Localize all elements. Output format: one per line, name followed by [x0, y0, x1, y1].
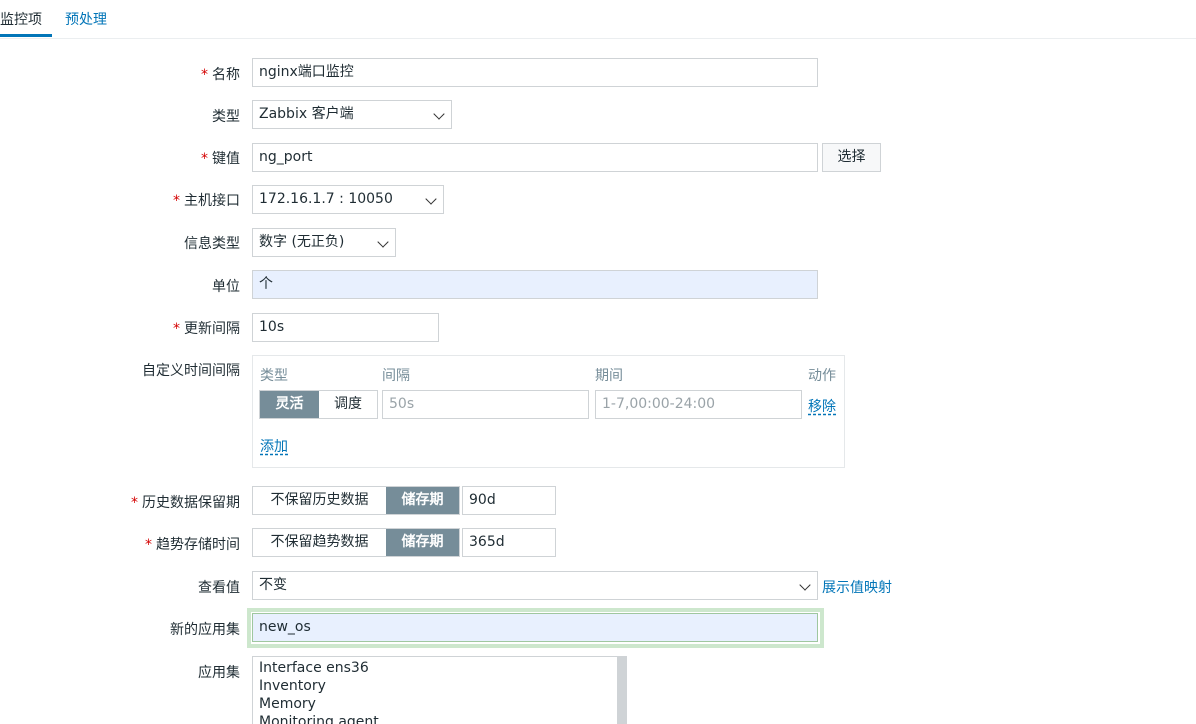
list-item[interactable]: Memory — [259, 695, 611, 713]
remove-interval-link[interactable]: 移除 — [808, 396, 836, 416]
history-label: * 历史数据保留期 — [131, 495, 240, 511]
key-label: * 键值 — [201, 151, 240, 167]
custom-intervals-label: 自定义时间间隔 — [142, 363, 240, 379]
tab-preprocessing[interactable]: 预处理 — [65, 9, 107, 29]
chevron-down-icon — [799, 579, 811, 591]
chevron-down-icon — [377, 236, 389, 248]
interface-select-value: 172.16.1.7 : 10050 — [259, 191, 393, 207]
interval-type-toggle: 灵活 调度 — [259, 390, 378, 419]
header-action: 动作 — [808, 368, 836, 384]
trends-input[interactable]: 365d — [462, 528, 556, 557]
applications-listbox[interactable]: Interface ens36 Inventory Memory Monitor… — [252, 656, 627, 724]
flex-interval-input[interactable]: 50s — [382, 390, 589, 419]
key-input[interactable]: ng_port — [252, 143, 818, 172]
update-interval-input[interactable]: 10s — [252, 313, 439, 342]
unit-input[interactable]: 个 — [252, 270, 818, 299]
update-interval-label: * 更新间隔 — [173, 321, 240, 337]
unit-label: 单位 — [212, 279, 240, 295]
show-value-label: 查看值 — [198, 580, 240, 596]
info-type-select[interactable]: 数字 (无正负) — [252, 228, 396, 257]
history-storage-option[interactable]: 储存期 — [386, 487, 459, 514]
interface-select[interactable]: 172.16.1.7 : 10050 — [252, 185, 444, 214]
scheduling-option[interactable]: 调度 — [319, 391, 377, 418]
new-application-label: 新的应用集 — [170, 622, 240, 638]
history-input[interactable]: 90d — [462, 486, 556, 515]
flex-period-input[interactable]: 1-7,00:00-24:00 — [595, 390, 802, 419]
trends-storage-option[interactable]: 储存期 — [386, 529, 459, 556]
new-application-input[interactable]: new_os — [252, 613, 818, 642]
history-no-keep-option[interactable]: 不保留历史数据 — [253, 487, 386, 514]
show-value-select[interactable]: 不变 — [252, 571, 818, 600]
trends-no-keep-option[interactable]: 不保留趋势数据 — [253, 529, 386, 556]
active-tab-indicator — [0, 34, 52, 37]
tab-items[interactable]: 监控项 — [0, 9, 42, 29]
name-input[interactable]: nginx端口监控 — [252, 58, 818, 87]
info-type-label: 信息类型 — [184, 236, 240, 252]
list-item[interactable]: Interface ens36 — [259, 659, 611, 677]
header-type: 类型 — [260, 368, 288, 384]
interface-label: * 主机接口 — [173, 193, 240, 209]
header-interval: 间隔 — [382, 368, 410, 384]
trends-label: * 趋势存储时间 — [145, 537, 240, 553]
chevron-down-icon — [425, 193, 437, 205]
list-item[interactable]: Inventory — [259, 677, 611, 695]
select-key-button[interactable]: 选择 — [822, 143, 881, 172]
type-select[interactable]: Zabbix 客户端 — [252, 100, 452, 129]
chevron-down-icon — [433, 108, 445, 120]
add-interval-link[interactable]: 添加 — [260, 436, 288, 456]
flexible-option[interactable]: 灵活 — [260, 391, 319, 418]
tab-bar: 监控项 预处理 — [0, 0, 1196, 39]
applications-label: 应用集 — [198, 665, 240, 681]
trends-mode-toggle: 不保留趋势数据 储存期 — [252, 528, 460, 557]
list-item[interactable]: Monitoring agent — [259, 713, 611, 724]
value-mapping-link[interactable]: 展示值映射 — [822, 577, 892, 597]
info-type-select-value: 数字 (无正负) — [259, 234, 345, 250]
type-select-value: Zabbix 客户端 — [259, 106, 354, 122]
custom-intervals-table: 类型 间隔 期间 动作 灵活 调度 50s 1-7,00:00-24:00 移除… — [252, 355, 845, 468]
show-value-select-value: 不变 — [259, 577, 287, 593]
header-period: 期间 — [595, 368, 623, 384]
name-label: * 名称 — [201, 67, 240, 83]
type-label: 类型 — [212, 109, 240, 125]
history-mode-toggle: 不保留历史数据 储存期 — [252, 486, 460, 515]
